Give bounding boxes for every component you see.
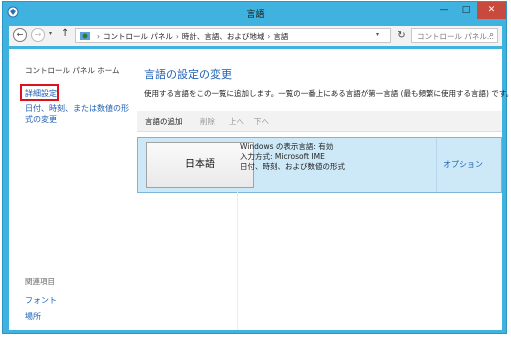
location-link[interactable]: 場所: [25, 311, 41, 322]
content-area: コントロール パネル ホーム 詳細設定 日付、時刻、または数値の形式の変更 関連…: [9, 49, 511, 330]
close-button[interactable]: ✕: [477, 2, 506, 19]
window-frame: 言語 — □ ✕ ← → ▾ ↑ › コントロール パネル › 時計、言語、および地域…: [2, 1, 511, 334]
breadcrumb-items: › コントロール パネル › 時計、言語、および地域 › 言語: [94, 31, 288, 42]
move-up-button[interactable]: 上へ: [229, 116, 244, 127]
address-dropdown-icon[interactable]: ▾: [376, 31, 379, 38]
language-details: Windows の表示言語: 有効 入力方式: Microsoft IME 日付…: [240, 142, 345, 172]
search-placeholder: コントロール パネル...: [417, 32, 495, 41]
add-language-button[interactable]: 言語の追加: [145, 116, 183, 127]
date-format-link[interactable]: 日付、時刻、または数値の形式の変更: [25, 103, 135, 125]
display-language-status: Windows の表示言語: 有効: [240, 142, 334, 151]
forward-icon[interactable]: →: [31, 28, 45, 42]
address-bar: ← → ▾ ↑ › コントロール パネル › 時計、言語、および地域 › 言語 ▾ ↻ コ…: [9, 26, 502, 46]
breadcrumb-chevron-icon: ›: [97, 32, 100, 41]
format-info: 日付、時刻、および数値の形式: [240, 162, 345, 171]
advanced-settings-link[interactable]: 詳細設定: [25, 88, 57, 99]
maximize-button[interactable]: □: [455, 2, 477, 19]
search-icon[interactable]: ⌕: [489, 30, 494, 40]
fonts-link[interactable]: フォント: [25, 295, 57, 306]
divider: [237, 192, 238, 330]
divider: [436, 138, 437, 192]
breadcrumb-chevron-icon: ›: [175, 32, 179, 41]
control-panel-home-link[interactable]: コントロール パネル ホーム: [25, 65, 120, 76]
page-description: 使用する言語をこの一覧に追加します。一覧の一番上にある言語が第一言語 (最も頻繁…: [144, 89, 511, 98]
search-input[interactable]: コントロール パネル... ⌕: [411, 28, 498, 43]
breadcrumb[interactable]: › コントロール パネル › 時計、言語、および地域 › 言語 ▾: [75, 28, 391, 43]
language-toolbar: 言語の追加 削除 上へ 下へ: [137, 111, 502, 132]
breadcrumb-chevron-icon: ›: [267, 32, 271, 41]
breadcrumb-item[interactable]: コントロール パネル: [103, 32, 173, 41]
options-link[interactable]: オプション: [443, 159, 483, 170]
language-list-item[interactable]: 日本語 Windows の表示言語: 有効 入力方式: Microsoft IM…: [137, 137, 502, 193]
input-method: 入力方式: Microsoft IME: [240, 152, 325, 161]
language-name-button[interactable]: 日本語: [146, 142, 254, 188]
related-heading: 関連項目: [25, 277, 55, 286]
move-down-button[interactable]: 下へ: [254, 116, 269, 127]
up-arrow-icon[interactable]: ↑: [61, 28, 69, 39]
title-bar: 言語 — □ ✕: [3, 2, 508, 24]
breadcrumb-item[interactable]: 時計、言語、および地域: [182, 32, 265, 41]
refresh-icon[interactable]: ↻: [394, 28, 409, 43]
history-dropdown-icon[interactable]: ▾: [49, 30, 52, 37]
breadcrumb-item[interactable]: 言語: [273, 32, 288, 41]
remove-button[interactable]: 削除: [200, 116, 215, 127]
back-icon[interactable]: ←: [13, 28, 27, 42]
minimize-button[interactable]: —: [433, 2, 455, 19]
control-panel-icon: [80, 32, 90, 40]
page-title: 言語の設定の変更: [144, 68, 232, 81]
